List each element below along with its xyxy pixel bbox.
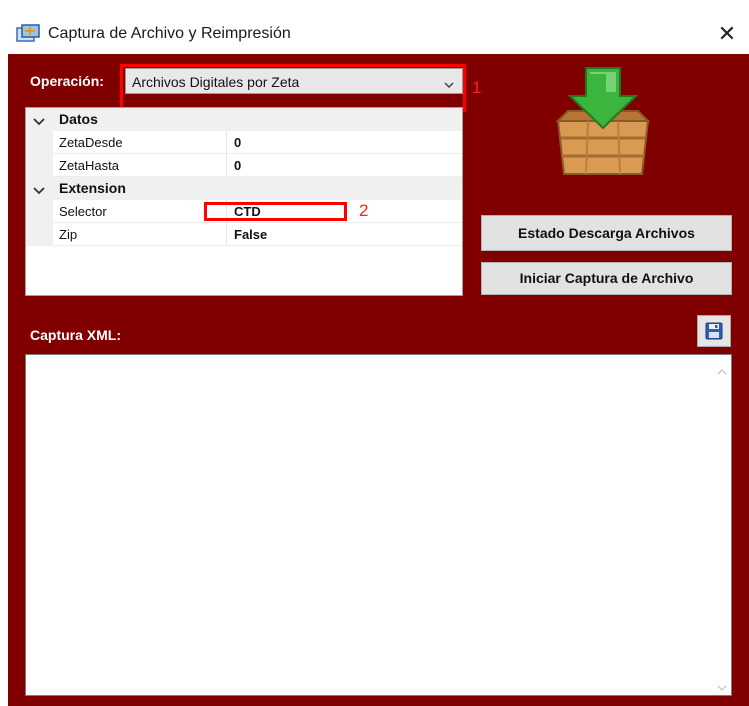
grid-property-name: Selector xyxy=(59,204,107,219)
chevron-up-icon[interactable] xyxy=(717,363,727,375)
download-crate-icon xyxy=(548,66,658,176)
window-title: Captura de Archivo y Reimpresión xyxy=(48,25,291,42)
grid-separator xyxy=(226,154,227,177)
chevron-down-icon[interactable] xyxy=(717,679,727,692)
operation-label: Operación: xyxy=(30,73,104,89)
estado-descarga-button[interactable]: Estado Descarga Archivos xyxy=(481,215,732,251)
chevron-down-icon[interactable] xyxy=(33,114,45,126)
xml-textarea[interactable] xyxy=(25,354,732,696)
grid-row-line xyxy=(53,245,462,246)
window-top-edge xyxy=(0,0,749,14)
annotation-number-2: 2 xyxy=(359,201,369,220)
close-button[interactable]: ✕ xyxy=(711,18,743,50)
grid-category-datos[interactable]: Datos xyxy=(26,108,462,131)
xml-label: Captura XML: xyxy=(30,327,121,343)
grid-gutter xyxy=(26,131,53,154)
main-panel: Operación: Archivos Digitales por Zeta 1… xyxy=(8,54,749,706)
grid-property-value[interactable]: 0 xyxy=(234,158,241,173)
grid-gutter xyxy=(26,154,53,177)
grid-property-value[interactable]: False xyxy=(234,227,267,242)
grid-separator xyxy=(226,223,227,246)
grid-property-name: Zip xyxy=(59,227,78,242)
iniciar-captura-button[interactable]: Iniciar Captura de Archivo xyxy=(481,262,732,295)
title-bar: Captura de Archivo y Reimpresión ✕ xyxy=(8,14,749,54)
grid-category-label: Extension xyxy=(59,180,126,196)
chevron-down-icon[interactable] xyxy=(33,183,45,195)
grid-property-value[interactable]: 0 xyxy=(234,135,241,150)
annotation-box-1 xyxy=(120,64,466,112)
grid-property-name: ZetaDesde xyxy=(59,135,123,150)
grid-category-extension[interactable]: Extension xyxy=(26,177,462,200)
grid-row-zetadesde[interactable]: ZetaDesde 0 xyxy=(26,131,462,154)
grid-category-label: Datos xyxy=(59,111,98,127)
annotation-number-1: 1 xyxy=(472,78,482,97)
save-button[interactable] xyxy=(697,315,731,347)
grid-property-name: ZetaHasta xyxy=(59,158,119,173)
grid-gutter xyxy=(26,200,53,223)
annotation-box-2 xyxy=(204,202,347,221)
grid-row-zetahasta[interactable]: ZetaHasta 0 xyxy=(26,154,462,177)
window-capture-icon xyxy=(16,23,40,45)
xml-scrollbar[interactable] xyxy=(712,355,731,695)
grid-gutter xyxy=(26,223,53,246)
grid-separator xyxy=(226,131,227,154)
grid-row-zip[interactable]: Zip False xyxy=(26,223,462,246)
